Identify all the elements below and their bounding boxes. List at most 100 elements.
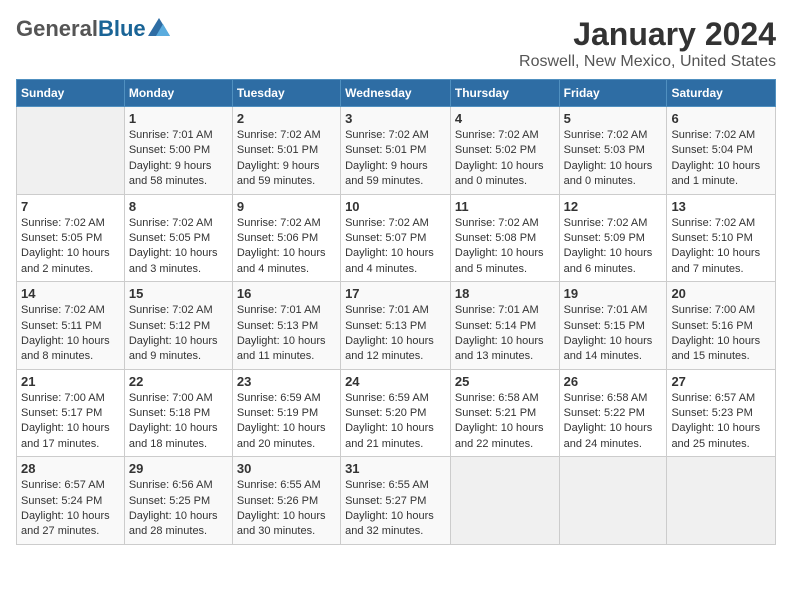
day-info: Sunrise: 7:01 AM Sunset: 5:13 PM Dayligh… xyxy=(345,303,446,365)
calendar-cell: 13Sunrise: 7:02 AM Sunset: 5:10 PM Dayli… xyxy=(667,194,776,282)
day-number: 14 xyxy=(21,286,120,301)
day-info: Sunrise: 7:02 AM Sunset: 5:12 PM Dayligh… xyxy=(129,303,228,365)
day-info: Sunrise: 7:02 AM Sunset: 5:05 PM Dayligh… xyxy=(129,216,228,278)
day-info: Sunrise: 7:01 AM Sunset: 5:00 PM Dayligh… xyxy=(129,128,228,190)
day-info: Sunrise: 7:02 AM Sunset: 5:09 PM Dayligh… xyxy=(564,216,663,278)
day-info: Sunrise: 6:59 AM Sunset: 5:19 PM Dayligh… xyxy=(237,391,336,453)
day-number: 26 xyxy=(564,374,663,389)
day-number: 16 xyxy=(237,286,336,301)
day-number: 5 xyxy=(564,111,663,126)
calendar-cell: 20 Sunrise: 7:00 AM Sunset: 5:16 PM Dayli… xyxy=(667,282,776,370)
page-subtitle: Roswell, New Mexico, United States xyxy=(519,53,776,71)
day-info: Sunrise: 7:00 AM Sunset: 5:17 PM Dayligh… xyxy=(21,391,120,453)
calendar-cell: 21 Sunrise: 7:00 AM Sunset: 5:17 PM Dayli… xyxy=(17,369,125,457)
day-info: Sunrise: 7:02 AM Sunset: 5:08 PM Dayligh… xyxy=(455,216,555,278)
calendar-cell: 8 Sunrise: 7:02 AM Sunset: 5:05 PM Daylig… xyxy=(124,194,232,282)
day-number: 8 xyxy=(129,199,228,214)
calendar-week-row: 28 Sunrise: 6:57 AM Sunset: 5:24 PM Dayli… xyxy=(17,457,776,545)
calendar-cell: 30 Sunrise: 6:55 AM Sunset: 5:26 PM Dayli… xyxy=(232,457,340,545)
day-info: Sunrise: 7:02 AM Sunset: 5:04 PM Dayligh… xyxy=(671,128,771,190)
day-number: 29 xyxy=(129,461,228,476)
day-info: Sunrise: 6:56 AM Sunset: 5:25 PM Dayligh… xyxy=(129,478,228,540)
calendar-week-row: 1Sunrise: 7:01 AM Sunset: 5:00 PM Daylig… xyxy=(17,107,776,195)
calendar-cell: 3 Sunrise: 7:02 AM Sunset: 5:01 PM Daylig… xyxy=(341,107,451,195)
calendar-cell: 26 Sunrise: 6:58 AM Sunset: 5:22 PM Dayli… xyxy=(559,369,667,457)
col-friday: Friday xyxy=(559,80,667,107)
day-info: Sunrise: 6:57 AM Sunset: 5:23 PM Dayligh… xyxy=(671,391,771,453)
logo-blue-text: Blue xyxy=(98,16,146,41)
day-info: Sunrise: 6:55 AM Sunset: 5:27 PM Dayligh… xyxy=(345,478,446,540)
col-tuesday: Tuesday xyxy=(232,80,340,107)
day-info: Sunrise: 7:02 AM Sunset: 5:01 PM Dayligh… xyxy=(345,128,446,190)
calendar-cell: 17 Sunrise: 7:01 AM Sunset: 5:13 PM Dayli… xyxy=(341,282,451,370)
calendar-cell: 15 Sunrise: 7:02 AM Sunset: 5:12 PM Dayli… xyxy=(124,282,232,370)
day-info: Sunrise: 7:01 AM Sunset: 5:15 PM Dayligh… xyxy=(564,303,663,365)
calendar-cell: 29 Sunrise: 6:56 AM Sunset: 5:25 PM Dayli… xyxy=(124,457,232,545)
day-number: 23 xyxy=(237,374,336,389)
day-info: Sunrise: 7:00 AM Sunset: 5:18 PM Dayligh… xyxy=(129,391,228,453)
calendar-cell: 6 Sunrise: 7:02 AM Sunset: 5:04 PM Daylig… xyxy=(667,107,776,195)
day-number: 24 xyxy=(345,374,446,389)
col-monday: Monday xyxy=(124,80,232,107)
calendar-cell xyxy=(450,457,559,545)
day-info: Sunrise: 7:01 AM Sunset: 5:14 PM Dayligh… xyxy=(455,303,555,365)
day-number: 22 xyxy=(129,374,228,389)
day-number: 2 xyxy=(237,111,336,126)
logo: GeneralBlue xyxy=(16,16,170,42)
day-info: Sunrise: 6:58 AM Sunset: 5:22 PM Dayligh… xyxy=(564,391,663,453)
calendar-cell: 24 Sunrise: 6:59 AM Sunset: 5:20 PM Dayli… xyxy=(341,369,451,457)
day-number: 31 xyxy=(345,461,446,476)
page-title: January 2024 xyxy=(519,16,776,53)
day-number: 3 xyxy=(345,111,446,126)
day-number: 18 xyxy=(455,286,555,301)
calendar-cell: 4 Sunrise: 7:02 AM Sunset: 5:02 PM Daylig… xyxy=(450,107,559,195)
day-number: 9 xyxy=(237,199,336,214)
calendar-cell: 2 Sunrise: 7:02 AM Sunset: 5:01 PM Daylig… xyxy=(232,107,340,195)
day-number: 4 xyxy=(455,111,555,126)
col-wednesday: Wednesday xyxy=(341,80,451,107)
day-info: Sunrise: 7:00 AM Sunset: 5:16 PM Dayligh… xyxy=(671,303,771,365)
day-number: 7 xyxy=(21,199,120,214)
calendar-cell: 28 Sunrise: 6:57 AM Sunset: 5:24 PM Dayli… xyxy=(17,457,125,545)
day-info: Sunrise: 7:02 AM Sunset: 5:11 PM Dayligh… xyxy=(21,303,120,365)
day-number: 30 xyxy=(237,461,336,476)
calendar-cell: 31 Sunrise: 6:55 AM Sunset: 5:27 PM Dayli… xyxy=(341,457,451,545)
logo-icon xyxy=(148,18,170,36)
calendar-cell: 23 Sunrise: 6:59 AM Sunset: 5:19 PM Dayli… xyxy=(232,369,340,457)
calendar-cell: 19Sunrise: 7:01 AM Sunset: 5:15 PM Dayli… xyxy=(559,282,667,370)
calendar-cell: 27Sunrise: 6:57 AM Sunset: 5:23 PM Dayli… xyxy=(667,369,776,457)
day-info: Sunrise: 7:02 AM Sunset: 5:10 PM Dayligh… xyxy=(671,216,771,278)
col-saturday: Saturday xyxy=(667,80,776,107)
day-number: 11 xyxy=(455,199,555,214)
calendar-cell: 9Sunrise: 7:02 AM Sunset: 5:06 PM Daylig… xyxy=(232,194,340,282)
calendar-cell: 11 Sunrise: 7:02 AM Sunset: 5:08 PM Dayli… xyxy=(450,194,559,282)
day-number: 15 xyxy=(129,286,228,301)
day-number: 25 xyxy=(455,374,555,389)
day-info: Sunrise: 7:02 AM Sunset: 5:05 PM Dayligh… xyxy=(21,216,120,278)
calendar-cell: 5Sunrise: 7:02 AM Sunset: 5:03 PM Daylig… xyxy=(559,107,667,195)
calendar-week-row: 14 Sunrise: 7:02 AM Sunset: 5:11 PM Dayli… xyxy=(17,282,776,370)
calendar-cell: 16Sunrise: 7:01 AM Sunset: 5:13 PM Dayli… xyxy=(232,282,340,370)
day-number: 28 xyxy=(21,461,120,476)
page-header: GeneralBlue January 2024 Roswell, New Me… xyxy=(16,16,776,71)
calendar-cell: 18 Sunrise: 7:01 AM Sunset: 5:14 PM Dayli… xyxy=(450,282,559,370)
day-number: 10 xyxy=(345,199,446,214)
calendar-cell: 1Sunrise: 7:01 AM Sunset: 5:00 PM Daylig… xyxy=(124,107,232,195)
day-info: Sunrise: 7:02 AM Sunset: 5:02 PM Dayligh… xyxy=(455,128,555,190)
calendar-cell: 10 Sunrise: 7:02 AM Sunset: 5:07 PM Dayli… xyxy=(341,194,451,282)
calendar-cell xyxy=(17,107,125,195)
day-info: Sunrise: 7:02 AM Sunset: 5:07 PM Dayligh… xyxy=(345,216,446,278)
logo-general-text: General xyxy=(16,16,98,41)
day-number: 20 xyxy=(671,286,771,301)
day-number: 17 xyxy=(345,286,446,301)
calendar-cell xyxy=(559,457,667,545)
day-number: 21 xyxy=(21,374,120,389)
day-info: Sunrise: 7:02 AM Sunset: 5:01 PM Dayligh… xyxy=(237,128,336,190)
calendar-cell: 7 Sunrise: 7:02 AM Sunset: 5:05 PM Daylig… xyxy=(17,194,125,282)
day-info: Sunrise: 6:58 AM Sunset: 5:21 PM Dayligh… xyxy=(455,391,555,453)
day-info: Sunrise: 6:57 AM Sunset: 5:24 PM Dayligh… xyxy=(21,478,120,540)
day-info: Sunrise: 6:59 AM Sunset: 5:20 PM Dayligh… xyxy=(345,391,446,453)
calendar-cell: 14 Sunrise: 7:02 AM Sunset: 5:11 PM Dayli… xyxy=(17,282,125,370)
day-number: 6 xyxy=(671,111,771,126)
day-info: Sunrise: 6:55 AM Sunset: 5:26 PM Dayligh… xyxy=(237,478,336,540)
